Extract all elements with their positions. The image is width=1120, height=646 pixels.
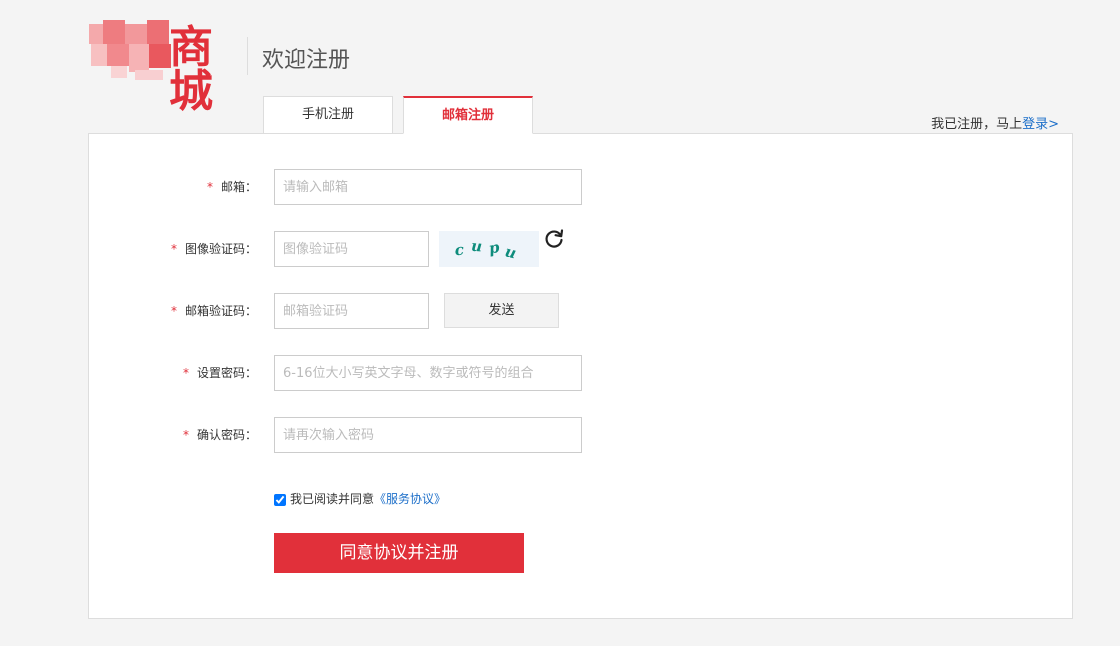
- agreement-text: 我已阅读并同意: [290, 492, 375, 506]
- confirm-password-label: * 确认密码：: [182, 428, 257, 442]
- captcha-graphic: c u p u: [454, 237, 518, 263]
- agreement-checkbox[interactable]: [274, 493, 286, 506]
- login-hint: 我已注册，马上登录>: [931, 113, 1059, 132]
- password-label: * 设置密码：: [182, 366, 257, 380]
- captcha-image[interactable]: c u p u: [439, 231, 539, 267]
- image-code-input[interactable]: [274, 231, 429, 267]
- email-code-label: * 邮箱验证码：: [170, 304, 257, 318]
- login-link[interactable]: 登录>: [1022, 117, 1059, 132]
- email-code-input[interactable]: [274, 293, 429, 329]
- agreement-row: 我已阅读并同意《服务协议》: [274, 490, 446, 508]
- email-input[interactable]: [274, 169, 582, 205]
- image-code-row: *图像验证码： c u p u: [89, 229, 1072, 267]
- required-mark: *: [206, 180, 213, 194]
- tab-email-register[interactable]: 邮箱注册: [403, 96, 533, 134]
- svg-text:u: u: [503, 242, 518, 262]
- password-input[interactable]: [274, 355, 582, 391]
- agree-and-register-button[interactable]: 同意协议并注册: [274, 533, 524, 573]
- confirm-password-input[interactable]: [274, 417, 582, 453]
- logo: 商城: [89, 20, 243, 114]
- tab-phone-register[interactable]: 手机注册: [263, 96, 393, 134]
- send-code-button[interactable]: 发送: [444, 293, 559, 328]
- email-code-row: *邮箱验证码： 发送: [89, 293, 1072, 329]
- register-form-panel: *邮箱： *图像验证码： c u p u *邮箱验证码： 发送 *设置密码：: [88, 133, 1073, 619]
- svg-text:p: p: [487, 238, 501, 258]
- required-mark: *: [182, 428, 189, 442]
- svg-text:u: u: [471, 237, 483, 256]
- service-agreement-link[interactable]: 《服务协议》: [374, 492, 446, 506]
- svg-text:c: c: [454, 241, 465, 260]
- required-mark: *: [170, 304, 177, 318]
- image-code-label: * 图像验证码：: [170, 242, 257, 256]
- email-row: * 邮箱：: [89, 169, 1072, 205]
- logo-text: 商城: [169, 22, 213, 117]
- confirm-password-row: * 确认密码：: [89, 417, 1072, 453]
- header-divider: [247, 37, 248, 75]
- required-mark: *: [182, 366, 189, 380]
- required-mark: *: [170, 242, 177, 256]
- email-label: * 邮箱：: [206, 180, 257, 194]
- password-row: * 设置密码：: [89, 355, 1072, 391]
- login-hint-text: 我已注册，马上: [931, 117, 1023, 132]
- refresh-captcha-icon[interactable]: [542, 227, 566, 251]
- logo-blurred-mark: [89, 20, 171, 80]
- page-title: 欢迎注册: [262, 48, 351, 73]
